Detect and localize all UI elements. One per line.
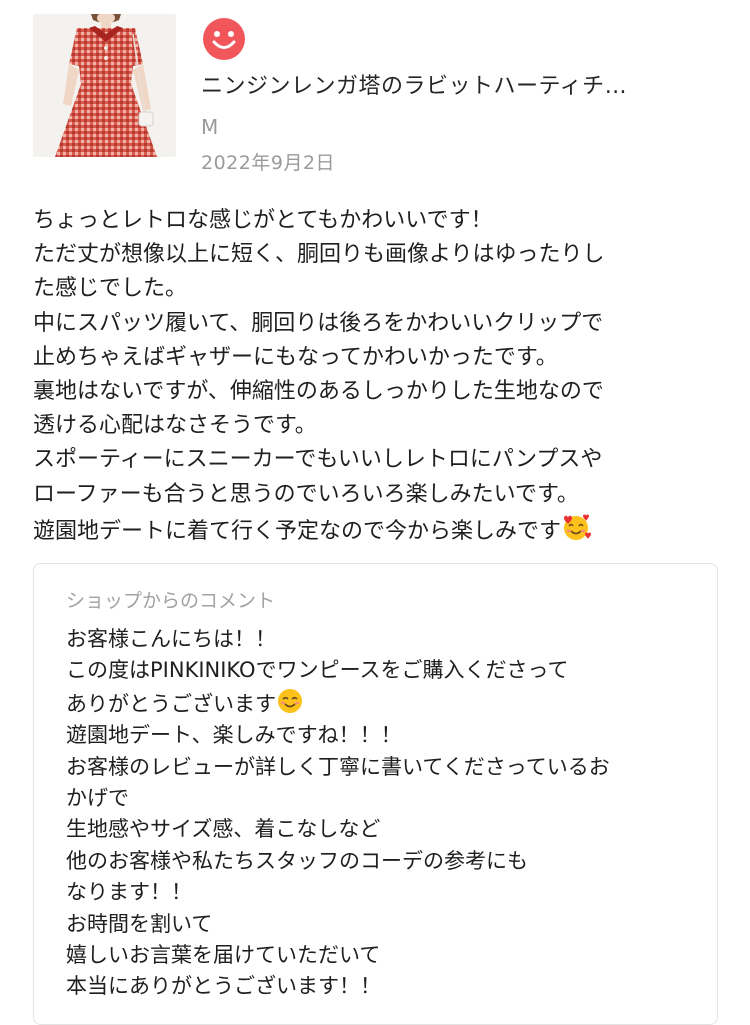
review-line: ちょっとレトロな感じがとてもかわいいです！ — [33, 208, 493, 233]
review-line: 止めちゃえばギャザーにもなってかわいかったです。 — [33, 344, 558, 370]
shop-comment-text: お客様こんにちは！！ この度はPINKINIKOでワンピースをご購入くださって … — [66, 624, 706, 1003]
shop-comment-line: 嬉しいお言葉を届けていただいて — [66, 943, 381, 968]
review-line: スポーティーにスニーカーでもいいしレトロにパンプスや — [33, 447, 603, 473]
review-line: 裏地はないですが、伸縮性のあるしっかりした生地なので — [33, 379, 604, 405]
review-text: ちょっとレトロな感じがとてもかわいいです！ ただ丈が想像以上に短く、胴回りも画像… — [33, 204, 723, 549]
product-thumbnail[interactable] — [33, 14, 176, 157]
shop-comment-title: ショップからのコメント — [66, 590, 276, 612]
review-line-text: 遊園地デートに着て行く予定なので今から楽しみです — [33, 518, 562, 544]
review-line: ただ丈が想像以上に短く、胴回りも画像よりはゆったりし — [33, 242, 605, 268]
red-gingham-dress-image — [33, 14, 176, 157]
smiling-face-icon — [278, 688, 302, 713]
shop-comment-line: かげで — [66, 786, 129, 811]
product-name[interactable]: ニンジンレンガ塔のラビットハーティチ… — [201, 70, 701, 104]
shop-comment-line: 生地感やサイズ感、着こなしなど — [66, 817, 381, 842]
review-line: 中にスパッツ履いて、胴回りは後ろをかわいいクリップで — [33, 310, 604, 336]
shop-comment-line: お客様こんにちは！！ — [66, 627, 276, 651]
review-date: 2022年9月2日 — [201, 152, 336, 174]
size-label: M — [201, 115, 219, 139]
shop-comment-line-with-emoji: ありがとうございます — [66, 687, 706, 720]
shop-comment-line: なります！！ — [66, 880, 192, 905]
shop-comment-line: お客様のレビューが詳しく丁寧に書いてくださっているお — [66, 754, 610, 779]
shop-comment-card: ショップからのコメント お客様こんにちは！！ この度はPINKINIKOでワンピ… — [33, 563, 718, 1025]
review-line: た感じでした。 — [33, 276, 188, 302]
smiley-face-icon — [203, 18, 245, 60]
review-line: 透ける心配はなさそうです。 — [33, 413, 317, 439]
shop-comment-line: 他のお客様や私たちスタッフのコーデの参考にも — [66, 848, 528, 873]
shop-comment-line-text: ありがとうございます — [66, 691, 276, 716]
shop-comment-line: 本当にありがとうございます！！ — [66, 974, 381, 999]
shop-comment-line: 遊園地デート、楽しみですね！！！ — [66, 723, 402, 748]
review-line: ローファーも合うと思うのでいろいろ楽しみたいです。 — [33, 481, 579, 507]
review-line-last: 遊園地デートに着て行く予定なので今から楽しみです — [33, 512, 723, 549]
shop-comment-line: お時間を割いて — [66, 911, 213, 936]
smiling-face-with-hearts-icon — [564, 514, 592, 540]
shop-comment-line: この度はPINKINIKOでワンピースをご購入くださって — [66, 658, 569, 683]
